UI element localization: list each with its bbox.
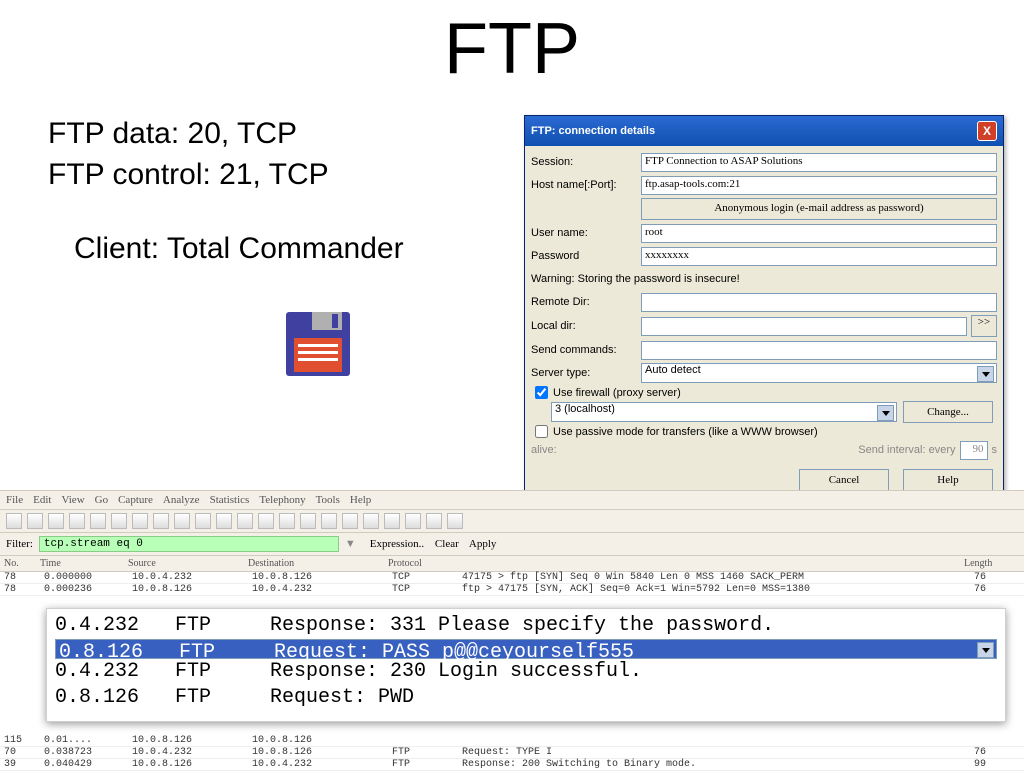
toolbar-icon[interactable] bbox=[27, 513, 43, 529]
menu-telephony[interactable]: Telephony bbox=[259, 494, 305, 506]
toolbar-icon[interactable] bbox=[174, 513, 190, 529]
toolbar-icon[interactable] bbox=[111, 513, 127, 529]
remote-dir-input[interactable] bbox=[641, 293, 997, 312]
toolbar-icon[interactable] bbox=[90, 513, 106, 529]
help-button[interactable]: Help bbox=[903, 469, 993, 491]
col-header[interactable]: Destination bbox=[248, 558, 388, 569]
filter-buttons: Expression.. Clear Apply bbox=[362, 538, 497, 550]
firewall-select[interactable]: 3 (localhost) bbox=[551, 402, 897, 422]
toolbar-icon[interactable] bbox=[342, 513, 358, 529]
keepalive-label: alive: bbox=[531, 444, 557, 456]
menu-file[interactable]: File bbox=[6, 494, 23, 506]
menu-view[interactable]: View bbox=[61, 494, 84, 506]
col-header[interactable]: No. bbox=[0, 558, 40, 569]
remote-dir-label: Remote Dir: bbox=[531, 296, 641, 308]
toolbar-icon[interactable] bbox=[300, 513, 316, 529]
col-header[interactable]: Length bbox=[964, 558, 1024, 569]
anonymous-login-button[interactable]: Anonymous login (e-mail address as passw… bbox=[641, 198, 997, 220]
slide-title: FTP bbox=[0, 0, 1024, 90]
dialog-title-text: FTP: connection details bbox=[531, 125, 655, 137]
toolbar-icon[interactable] bbox=[216, 513, 232, 529]
toolbar-icon[interactable] bbox=[48, 513, 64, 529]
menu-analyze[interactable]: Analyze bbox=[163, 494, 200, 506]
packet-row[interactable]: 700.03872310.0.4.23210.0.8.126FTPRequest… bbox=[0, 747, 1024, 759]
toolbar-icon[interactable] bbox=[363, 513, 379, 529]
host-label: Host name[:Port]: bbox=[531, 179, 641, 191]
local-dir-input[interactable] bbox=[641, 317, 967, 336]
toolbar-icon[interactable] bbox=[237, 513, 253, 529]
col-header[interactable] bbox=[458, 558, 964, 569]
col-header[interactable]: Protocol bbox=[388, 558, 458, 569]
menu-capture[interactable]: Capture bbox=[118, 494, 153, 506]
filter-btn-clear[interactable]: Clear bbox=[432, 538, 459, 550]
interval-suf-label: s bbox=[992, 444, 998, 456]
send-commands-label: Send commands: bbox=[531, 344, 641, 356]
toolbar-icon[interactable] bbox=[195, 513, 211, 529]
filter-input[interactable]: tcp.stream eq 0 bbox=[39, 536, 339, 552]
packet-list-bottom[interactable]: 1150.01....10.0.8.12610.0.8.126700.03872… bbox=[0, 735, 1024, 771]
password-warning: Warning: Storing the password is insecur… bbox=[531, 269, 997, 289]
menu-edit[interactable]: Edit bbox=[33, 494, 51, 506]
zoom-packet-row[interactable]: 0.8.126FTPRequest: PASS p@@ceyourself555 bbox=[55, 639, 997, 659]
menu-help[interactable]: Help bbox=[350, 494, 371, 506]
wireshark-zoom-overlay: 0.4.232FTPResponse: 331 Please specify t… bbox=[46, 608, 1006, 722]
session-label: Session: bbox=[531, 156, 641, 168]
filter-label: Filter: bbox=[6, 538, 33, 550]
user-input[interactable]: root bbox=[641, 224, 997, 243]
toolbar-icon[interactable] bbox=[384, 513, 400, 529]
toolbar-icon[interactable] bbox=[6, 513, 22, 529]
col-header[interactable]: Time bbox=[40, 558, 128, 569]
wireshark-menubar[interactable]: File Edit View Go Capture Analyze Statistics Te… bbox=[0, 490, 1024, 510]
toolbar-icon[interactable] bbox=[405, 513, 421, 529]
filter-btn-expression[interactable]: Expression.. bbox=[370, 538, 424, 550]
passive-checkbox[interactable] bbox=[535, 425, 548, 438]
toolbar-icon[interactable] bbox=[321, 513, 337, 529]
packet-list-top[interactable]: 780.00000010.0.4.23210.0.8.126TCP47175 >… bbox=[0, 572, 1024, 596]
close-button[interactable]: X bbox=[977, 121, 997, 141]
cancel-button[interactable]: Cancel bbox=[799, 469, 889, 491]
toolbar-icon[interactable] bbox=[132, 513, 148, 529]
packet-row[interactable]: 780.00023610.0.8.12610.0.4.232TCPftp > 4… bbox=[0, 584, 1024, 596]
local-dir-label: Local dir: bbox=[531, 320, 641, 332]
dialog-titlebar: FTP: connection details X bbox=[525, 116, 1003, 146]
firewall-label: Use firewall (proxy server) bbox=[553, 387, 681, 399]
host-input[interactable]: ftp.asap-tools.com:21 bbox=[641, 176, 997, 195]
server-type-select[interactable]: Auto detect bbox=[641, 363, 997, 383]
packet-row[interactable]: 780.00000010.0.4.23210.0.8.126TCP47175 >… bbox=[0, 572, 1024, 584]
toolbar-icon[interactable] bbox=[279, 513, 295, 529]
close-icon: X bbox=[983, 124, 991, 138]
zoom-packet-row[interactable]: 0.4.232FTPResponse: 331 Please specify t… bbox=[55, 613, 997, 639]
browse-local-button[interactable]: >> bbox=[971, 315, 997, 337]
packet-row[interactable]: 390.04042910.0.8.12610.0.4.232FTPRespons… bbox=[0, 759, 1024, 771]
password-input[interactable]: xxxxxxxx bbox=[641, 247, 997, 266]
firewall-checkbox[interactable] bbox=[535, 386, 548, 399]
passive-label: Use passive mode for transfers (like a W… bbox=[553, 426, 818, 438]
menu-statistics[interactable]: Statistics bbox=[210, 494, 250, 506]
toolbar-icon[interactable] bbox=[69, 513, 85, 529]
filter-btn-apply[interactable]: Apply bbox=[467, 538, 497, 550]
send-commands-input[interactable] bbox=[641, 341, 997, 360]
password-label: Password bbox=[531, 250, 641, 262]
wireshark-filter-bar: Filter: tcp.stream eq 0 ▼ Expression.. C… bbox=[0, 533, 1024, 556]
save-floppy-icon bbox=[284, 310, 352, 378]
wireshark-panel: File Edit View Go Capture Analyze Statistics Te… bbox=[0, 490, 1024, 596]
session-input[interactable]: FTP Connection to ASAP Solutions bbox=[641, 153, 997, 172]
menu-tools[interactable]: Tools bbox=[316, 494, 340, 506]
zoom-packet-row[interactable]: 0.8.126FTPRequest: PWD bbox=[55, 685, 997, 711]
toolbar-icon[interactable] bbox=[258, 513, 274, 529]
ftp-connection-dialog: FTP: connection details X Session: FTP C… bbox=[524, 115, 1004, 502]
change-button[interactable]: Change... bbox=[903, 401, 993, 423]
interval-input[interactable]: 90 bbox=[960, 441, 988, 460]
toolbar-icon[interactable] bbox=[447, 513, 463, 529]
col-header[interactable]: Source bbox=[128, 558, 248, 569]
wireshark-toolbar[interactable] bbox=[0, 510, 1024, 533]
user-label: User name: bbox=[531, 227, 641, 239]
menu-go[interactable]: Go bbox=[95, 494, 108, 506]
interval-pre-label: Send interval: every bbox=[858, 444, 955, 456]
toolbar-icon[interactable] bbox=[153, 513, 169, 529]
toolbar-icon[interactable] bbox=[426, 513, 442, 529]
server-type-label: Server type: bbox=[531, 367, 641, 379]
wireshark-columns-header: No.TimeSourceDestinationProtocol Length bbox=[0, 556, 1024, 572]
packet-row[interactable]: 1150.01....10.0.8.12610.0.8.126 bbox=[0, 735, 1024, 747]
